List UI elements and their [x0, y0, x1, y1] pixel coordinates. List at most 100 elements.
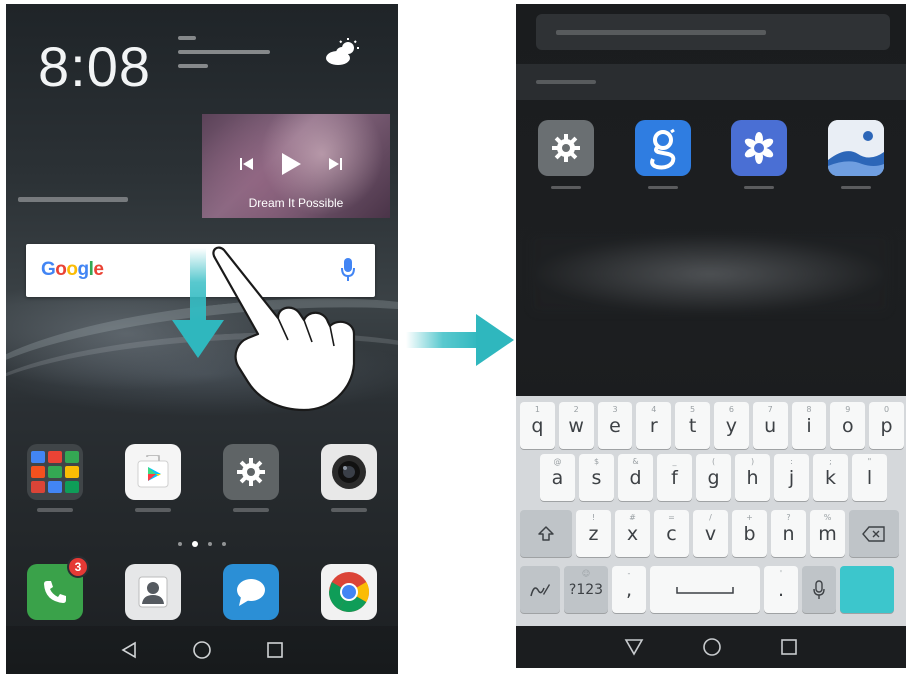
key-label: r: [649, 414, 658, 437]
app-play-store[interactable]: [104, 444, 202, 512]
key-m[interactable]: % m: [810, 510, 845, 557]
key-y[interactable]: 6y: [713, 402, 749, 449]
search-input[interactable]: [536, 14, 890, 50]
key-w[interactable]: 2w: [558, 402, 594, 449]
google-g-icon: [634, 120, 691, 176]
key-a[interactable]: @ a: [540, 454, 575, 501]
key-f[interactable]: _ f: [657, 454, 692, 501]
key-q[interactable]: 1q: [520, 402, 555, 449]
action-key[interactable]: [840, 566, 894, 613]
spacebar-key[interactable]: [650, 566, 760, 613]
voice-input-key[interactable]: [802, 566, 836, 613]
space-icon: [676, 586, 734, 594]
weather-cloud-sun-icon[interactable]: [324, 38, 360, 71]
previous-track-icon[interactable]: [240, 157, 254, 171]
key-t[interactable]: 5t: [675, 402, 710, 449]
music-widget[interactable]: Dream It Possible: [202, 114, 390, 218]
comma-key[interactable]: -,: [612, 566, 646, 613]
key-label: ?123: [568, 581, 604, 598]
page-dot: [178, 542, 182, 546]
settings-gear-icon: [538, 120, 595, 176]
key-hint: ?: [786, 513, 791, 522]
microphone-icon: [813, 579, 825, 599]
recent-apps-icon[interactable]: [780, 638, 798, 656]
key-hint: &: [632, 457, 639, 466]
key-o[interactable]: 9o: [830, 402, 866, 449]
key-k[interactable]: ; k: [813, 454, 848, 501]
key-u[interactable]: 7u: [752, 402, 788, 449]
key-z[interactable]: ! z: [576, 510, 611, 557]
app-settings[interactable]: [202, 444, 300, 512]
recent-app-settings[interactable]: [528, 120, 604, 189]
symbols-key[interactable]: ☺ ?123: [564, 566, 608, 613]
recent-app-themes[interactable]: [721, 120, 797, 189]
key-hint: +: [746, 513, 753, 522]
clock-time[interactable]: 8:08: [38, 34, 151, 99]
key-n[interactable]: ? n: [771, 510, 806, 557]
play-store-icon: [125, 444, 181, 500]
key-hint: ;: [829, 457, 832, 466]
period-key[interactable]: '.: [764, 566, 798, 613]
key-label: l: [866, 466, 873, 489]
recent-apps-icon[interactable]: [266, 641, 284, 659]
back-icon[interactable]: [624, 638, 644, 656]
handwriting-key[interactable]: [520, 566, 560, 613]
key-e[interactable]: 3e: [597, 402, 633, 449]
shift-key[interactable]: [520, 510, 572, 557]
app-messaging[interactable]: [202, 564, 300, 620]
recent-apps-row: [516, 120, 906, 189]
home-icon[interactable]: [702, 637, 722, 657]
key-label: e: [609, 414, 621, 437]
key-i[interactable]: 8i: [791, 402, 827, 449]
key-s[interactable]: $ s: [579, 454, 614, 501]
app-label: [551, 186, 582, 189]
page-indicator: [6, 541, 398, 547]
key-r[interactable]: 4r: [636, 402, 672, 449]
key-hint: 4: [651, 405, 657, 414]
chrome-icon: [321, 564, 377, 620]
blurred-suggestion-card: [530, 234, 890, 314]
key-label: s: [591, 466, 602, 489]
key-label: q: [531, 414, 544, 437]
key-v[interactable]: / v: [693, 510, 728, 557]
app-label: [647, 186, 678, 189]
key-b[interactable]: + b: [732, 510, 767, 557]
key-j[interactable]: :j: [774, 454, 809, 501]
key-label: f: [671, 466, 678, 489]
search-screen: 1q 2w 3e 4r 5t 6y 7u 8i 9o 0p @ a $ s & d _…: [516, 4, 906, 668]
app-camera[interactable]: [300, 444, 398, 512]
backspace-key[interactable]: [849, 510, 899, 557]
key-h[interactable]: ) h: [735, 454, 770, 501]
key-c[interactable]: = c: [654, 510, 689, 557]
key-d[interactable]: & d: [618, 454, 653, 501]
key-g[interactable]: (g: [696, 454, 731, 501]
choose-album-label: [18, 197, 128, 202]
key-x[interactable]: # x: [615, 510, 650, 557]
recent-app-google[interactable]: [625, 120, 701, 189]
app-contacts[interactable]: [104, 564, 202, 620]
google-logo: Google: [41, 259, 104, 281]
next-track-icon[interactable]: [328, 157, 342, 171]
key-label: j: [788, 466, 795, 489]
home-icon[interactable]: [192, 640, 212, 660]
recent-app-gallery[interactable]: [818, 120, 894, 189]
key-label: a: [551, 466, 564, 489]
google-logo-letter: e: [93, 259, 104, 280]
key-hint: 3: [612, 405, 618, 414]
key-l[interactable]: " l: [852, 454, 887, 501]
back-icon[interactable]: [120, 641, 138, 659]
app-google-folder[interactable]: [6, 444, 104, 512]
key-hint: ☺: [581, 569, 591, 578]
app-row-main: [6, 444, 398, 512]
app-chrome[interactable]: [300, 564, 398, 620]
key-label: v: [704, 522, 717, 545]
play-icon[interactable]: [280, 152, 302, 176]
app-label: [744, 186, 775, 189]
key-label: x: [626, 522, 639, 545]
app-label: [331, 508, 367, 512]
key-p[interactable]: 0p: [869, 402, 904, 449]
key-label: y: [725, 414, 737, 437]
app-phone[interactable]: 3: [6, 556, 104, 620]
key-hint: -: [627, 569, 631, 578]
key-hint: ': [779, 569, 783, 578]
